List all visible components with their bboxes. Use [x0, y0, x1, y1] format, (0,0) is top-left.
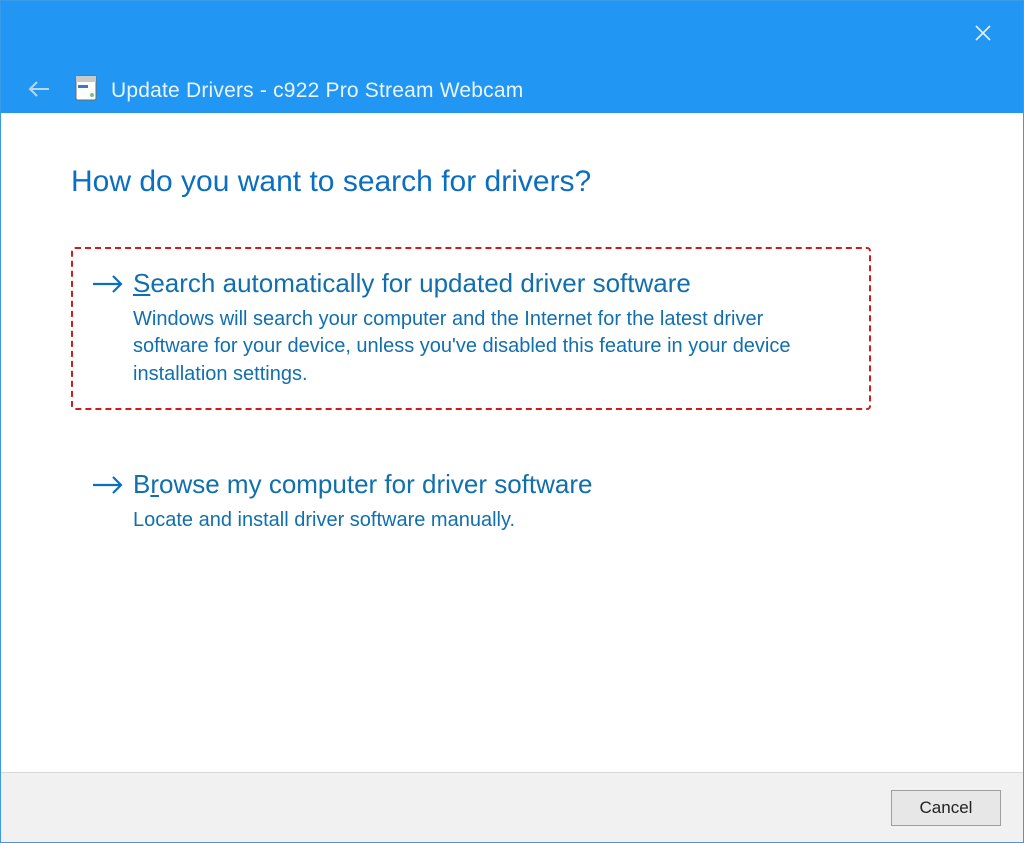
option-title: Browse my computer for driver software	[133, 468, 847, 501]
option-browse-computer[interactable]: Browse my computer for driver software L…	[71, 448, 871, 556]
close-button[interactable]	[963, 17, 1003, 49]
drive-icon	[75, 73, 97, 103]
arrow-right-icon	[91, 267, 133, 300]
titlebar: Update Drivers - c922 Pro Stream Webcam	[1, 1, 1023, 113]
options-list: Search automatically for updated driver …	[71, 247, 953, 556]
dialog-footer: Cancel	[1, 772, 1023, 842]
option-description: Locate and install driver software manua…	[133, 507, 833, 535]
back-button[interactable]	[25, 75, 53, 103]
close-icon	[974, 24, 992, 42]
option-title: Search automatically for updated driver …	[133, 267, 847, 300]
page-heading: How do you want to search for drivers?	[71, 165, 953, 199]
option-texts: Browse my computer for driver software L…	[133, 468, 847, 534]
dialog-body: How do you want to search for drivers? S…	[1, 113, 1023, 772]
update-drivers-dialog: Update Drivers - c922 Pro Stream Webcam …	[0, 0, 1024, 843]
window-title: Update Drivers - c922 Pro Stream Webcam	[111, 79, 523, 103]
back-arrow-icon	[27, 79, 51, 99]
option-texts: Search automatically for updated driver …	[133, 267, 847, 388]
option-search-automatically[interactable]: Search automatically for updated driver …	[71, 247, 871, 410]
option-description: Windows will search your computer and th…	[133, 306, 833, 389]
cancel-button[interactable]: Cancel	[891, 790, 1001, 826]
arrow-right-icon	[91, 468, 133, 501]
